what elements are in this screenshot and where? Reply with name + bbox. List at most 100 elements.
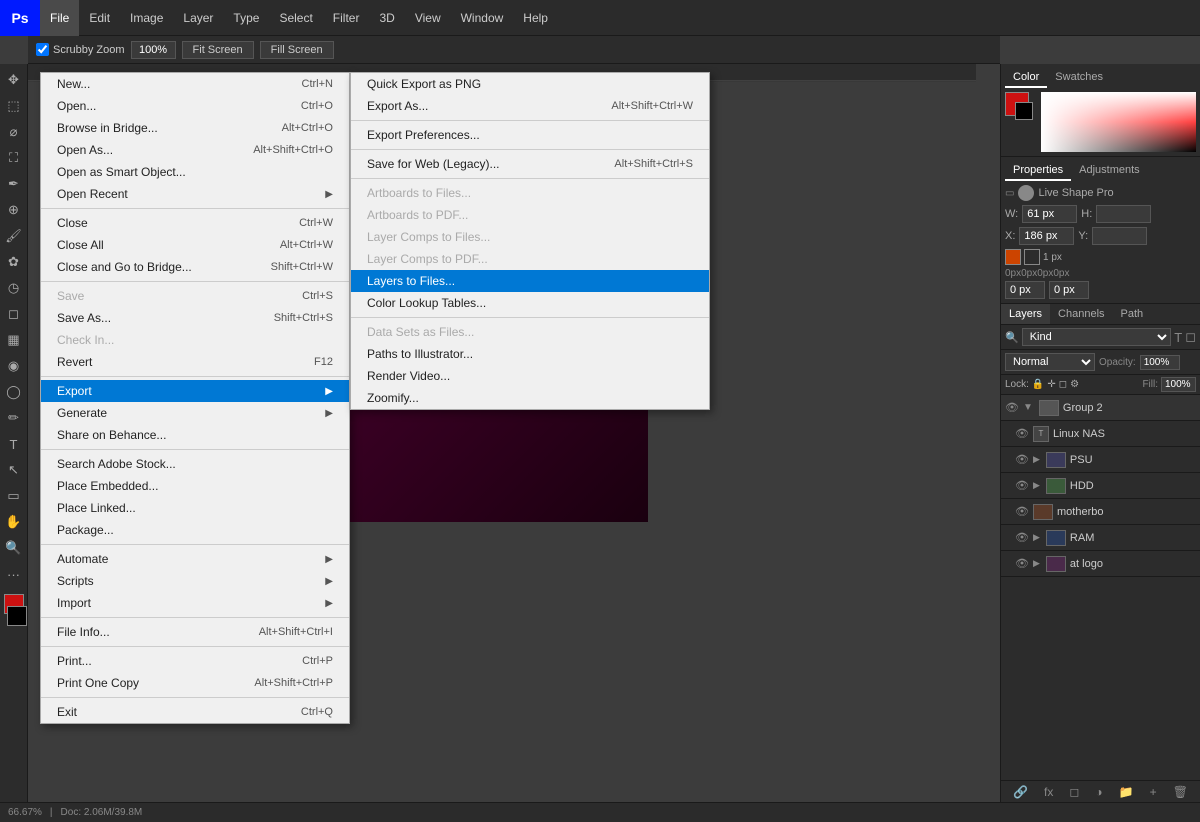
lasso-tool[interactable]: ⌀ xyxy=(2,120,26,144)
fm-adobe-stock[interactable]: Search Adobe Stock... xyxy=(41,453,349,475)
hand-tool[interactable]: ✋ xyxy=(2,510,26,534)
eye-icon[interactable]: 👁 xyxy=(1015,531,1029,544)
fit-screen-button[interactable]: Fit Screen xyxy=(182,41,254,59)
eye-icon[interactable]: 👁 xyxy=(1015,505,1029,518)
layer-item[interactable]: 👁 ▶ at logo xyxy=(1001,551,1200,577)
w-input[interactable] xyxy=(1022,205,1077,223)
menu-layer[interactable]: Layer xyxy=(173,0,223,36)
path-select-tool[interactable]: ↖ xyxy=(2,458,26,482)
tab-paths[interactable]: Path xyxy=(1113,304,1152,324)
link-layers-icon[interactable]: 🔗 xyxy=(1013,785,1028,799)
menu-filter[interactable]: Filter xyxy=(323,0,370,36)
layer-item[interactable]: 👁 ▼ Group 2 xyxy=(1001,395,1200,421)
menu-type[interactable]: Type xyxy=(223,0,269,36)
esm-layer-comps-files[interactable]: Layer Comps to Files... xyxy=(351,226,709,248)
group-expand-icon[interactable]: ▶ xyxy=(1033,454,1040,465)
delete-layer-icon[interactable]: 🗑 xyxy=(1173,785,1188,799)
adjustment-icon[interactable]: ◑ xyxy=(1095,785,1102,799)
tab-swatches[interactable]: Swatches xyxy=(1047,68,1111,88)
zoom-input[interactable] xyxy=(131,41,176,59)
esm-color-lookup[interactable]: Color Lookup Tables... xyxy=(351,292,709,314)
fm-recent[interactable]: Open Recent ▶ xyxy=(41,183,349,205)
group-expand-icon[interactable]: ▶ xyxy=(1033,480,1040,491)
opacity-input[interactable] xyxy=(1140,355,1180,370)
pen-tool[interactable]: ✏ xyxy=(2,406,26,430)
fm-open-as[interactable]: Open As... Alt+Shift+Ctrl+O xyxy=(41,139,349,161)
esm-artboards-files[interactable]: Artboards to Files... xyxy=(351,182,709,204)
esm-artboards-pdf[interactable]: Artboards to PDF... xyxy=(351,204,709,226)
fm-automate[interactable]: Automate ▶ xyxy=(41,548,349,570)
zoom-tool-btn[interactable]: 🔍 xyxy=(2,536,26,560)
add-style-icon[interactable]: fx xyxy=(1044,785,1053,799)
eraser-tool[interactable]: ◻ xyxy=(2,302,26,326)
lock-art-icon[interactable]: ◻ xyxy=(1059,379,1067,390)
fill-input[interactable] xyxy=(1161,377,1196,392)
layer-item[interactable]: 👁 motherbo xyxy=(1001,499,1200,525)
border-r1-input[interactable] xyxy=(1005,281,1045,299)
fill-screen-button[interactable]: Fill Screen xyxy=(260,41,334,59)
fm-close[interactable]: Close Ctrl+W xyxy=(41,212,349,234)
brush-tool[interactable]: 🖌 xyxy=(2,224,26,248)
fm-save-as[interactable]: Save As... Shift+Ctrl+S xyxy=(41,307,349,329)
h-input[interactable] xyxy=(1096,205,1151,223)
shape-tool[interactable]: ▭ xyxy=(2,484,26,508)
more-tools[interactable]: ··· xyxy=(2,562,26,586)
type-tool[interactable]: T xyxy=(2,432,26,456)
fm-smart-object[interactable]: Open as Smart Object... xyxy=(41,161,349,183)
heal-tool[interactable]: ⊕ xyxy=(2,198,26,222)
group-expand-icon[interactable]: ▶ xyxy=(1033,558,1040,569)
blur-tool[interactable]: ◉ xyxy=(2,354,26,378)
scrubby-zoom-check[interactable]: Scrubby Zoom xyxy=(36,43,125,56)
menu-edit[interactable]: Edit xyxy=(79,0,120,36)
history-tool[interactable]: ◷ xyxy=(2,276,26,300)
eye-icon[interactable]: 👁 xyxy=(1015,557,1029,570)
layer-item[interactable]: 👁 ▶ HDD xyxy=(1001,473,1200,499)
fm-share-behance[interactable]: Share on Behance... xyxy=(41,424,349,446)
layers-kind-select[interactable]: Kind xyxy=(1022,328,1172,346)
fm-bridge[interactable]: Browse in Bridge... Alt+Ctrl+O xyxy=(41,117,349,139)
fm-new[interactable]: New... Ctrl+N xyxy=(41,73,349,95)
tab-properties[interactable]: Properties xyxy=(1005,161,1071,181)
menu-select[interactable]: Select xyxy=(269,0,322,36)
layer-item[interactable]: 👁 ▶ RAM xyxy=(1001,525,1200,551)
fm-place-linked[interactable]: Place Linked... xyxy=(41,497,349,519)
border-r2-input[interactable] xyxy=(1049,281,1089,299)
x-input[interactable] xyxy=(1019,227,1074,245)
lock-pos-icon[interactable]: ✛ xyxy=(1047,379,1055,390)
add-mask-icon[interactable]: ◻ xyxy=(1069,785,1079,799)
fill-color-swatch[interactable] xyxy=(1024,249,1040,265)
tab-adjustments[interactable]: Adjustments xyxy=(1071,161,1148,181)
fm-scripts[interactable]: Scripts ▶ xyxy=(41,570,349,592)
fm-print-copy[interactable]: Print One Copy Alt+Shift+Ctrl+P xyxy=(41,672,349,694)
bg-color-swatch[interactable] xyxy=(7,606,27,626)
layer-item[interactable]: 👁 T Linux NAS xyxy=(1001,421,1200,447)
group-expand-icon[interactable]: ▼ xyxy=(1023,402,1033,413)
eye-icon[interactable]: 👁 xyxy=(1005,401,1019,414)
fm-close-bridge[interactable]: Close and Go to Bridge... Shift+Ctrl+W xyxy=(41,256,349,278)
fm-package[interactable]: Package... xyxy=(41,519,349,541)
fm-save[interactable]: Save Ctrl+S xyxy=(41,285,349,307)
tab-color[interactable]: Color xyxy=(1005,68,1047,88)
menu-3d[interactable]: 3D xyxy=(369,0,404,36)
menu-window[interactable]: Window xyxy=(451,0,514,36)
fm-generate[interactable]: Generate ▶ xyxy=(41,402,349,424)
tab-channels[interactable]: Channels xyxy=(1050,304,1112,324)
esm-layer-comps-pdf[interactable]: Layer Comps to PDF... xyxy=(351,248,709,270)
esm-paths-illustrator[interactable]: Paths to Illustrator... xyxy=(351,343,709,365)
blend-mode-select[interactable]: Normal Multiply Screen xyxy=(1005,353,1095,371)
add-layer-icon[interactable]: + xyxy=(1150,785,1157,799)
fm-check-in[interactable]: Check In... xyxy=(41,329,349,351)
fm-open[interactable]: Open... Ctrl+O xyxy=(41,95,349,117)
menu-image[interactable]: Image xyxy=(120,0,173,36)
bg-color-box[interactable] xyxy=(1015,102,1033,120)
fm-import[interactable]: Import ▶ xyxy=(41,592,349,614)
lock-all-icon[interactable]: ⚙ xyxy=(1070,379,1079,390)
esm-layers-files[interactable]: Layers to Files... xyxy=(351,270,709,292)
fm-exit[interactable]: Exit Ctrl+Q xyxy=(41,701,349,723)
menu-view[interactable]: View xyxy=(405,0,451,36)
fm-place-embedded[interactable]: Place Embedded... xyxy=(41,475,349,497)
layer-item[interactable]: 👁 ▶ PSU xyxy=(1001,447,1200,473)
eye-icon[interactable]: 👁 xyxy=(1015,479,1029,492)
menu-file[interactable]: File xyxy=(40,0,79,36)
y-input[interactable] xyxy=(1092,227,1147,245)
